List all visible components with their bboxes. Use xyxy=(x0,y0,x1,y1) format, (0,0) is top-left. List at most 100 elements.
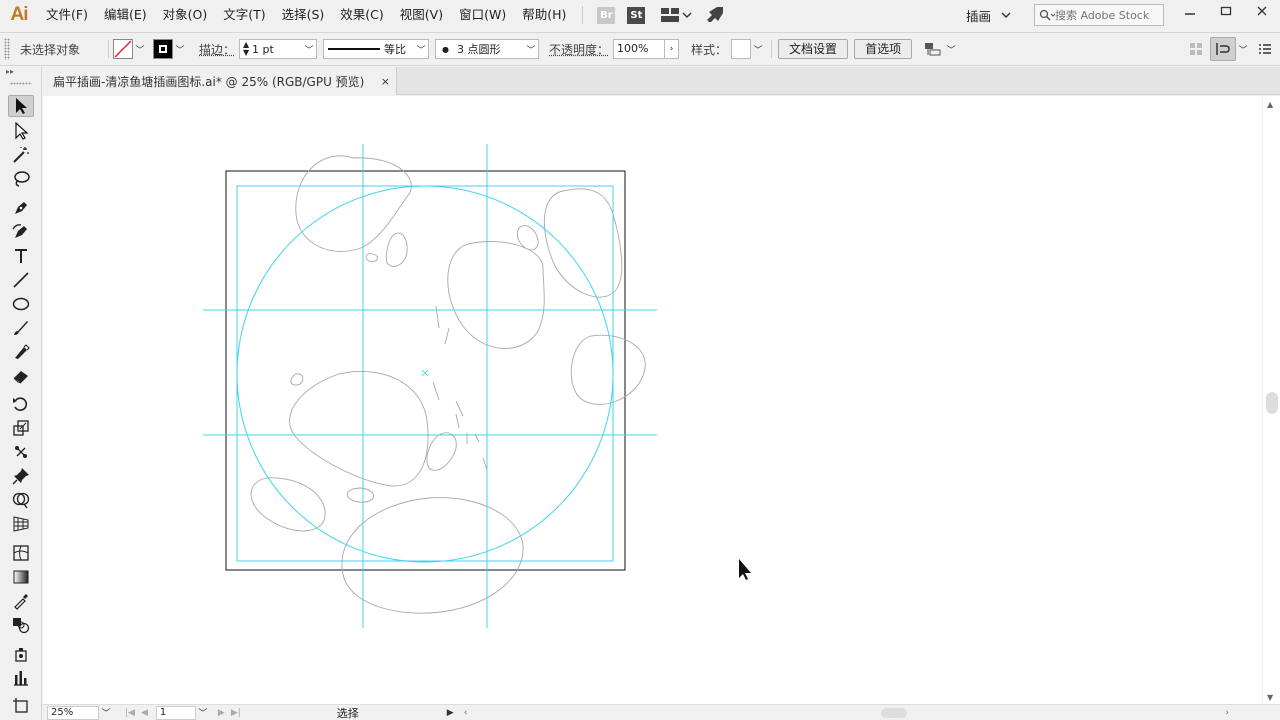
menu-effect[interactable]: 效果(C) xyxy=(332,0,391,30)
workspace-label: 插画 xyxy=(966,8,992,24)
lasso-tool-icon[interactable] xyxy=(8,168,34,190)
chevron-down-icon[interactable]: ﹀ xyxy=(414,43,428,56)
eyedropper-tool-icon[interactable] xyxy=(8,590,34,612)
ellipse-tool-icon[interactable] xyxy=(8,293,34,315)
panel-grip[interactable] xyxy=(4,38,10,60)
first-artboard-icon[interactable]: |◀ xyxy=(125,708,135,718)
document-tab[interactable]: 扁平插画-清凉鱼塘插画图标.ai* @ 25% (RGB/GPU 预览) × xyxy=(43,67,397,95)
opacity-field[interactable]: 100% xyxy=(613,39,666,59)
magic-wand-tool-icon[interactable] xyxy=(8,144,34,166)
chevron-down-icon xyxy=(682,12,692,18)
bridge-button[interactable]: Br xyxy=(597,6,616,24)
stroke-weight-stepper[interactable]: ▲ ▼ 1 pt ﹀ xyxy=(239,39,318,59)
line-tool-icon[interactable] xyxy=(8,269,34,291)
align-options-icon[interactable]: ﹀ xyxy=(924,41,958,57)
collapse-panel-icon[interactable]: ▸▸ xyxy=(0,67,41,81)
panel-grip[interactable] xyxy=(10,82,32,85)
blend-tool-icon[interactable] xyxy=(8,614,34,636)
selection-status: 未选择对象 xyxy=(20,42,81,57)
column-graph-tool-icon[interactable] xyxy=(8,667,34,689)
chevron-down-icon[interactable]: ﹀ xyxy=(1236,43,1250,56)
menu-help[interactable]: 帮助(H) xyxy=(514,0,574,30)
selection-tool-icon[interactable] xyxy=(8,95,34,117)
scroll-right-icon[interactable]: › xyxy=(1225,708,1229,718)
status-menu-icon[interactable]: ▶ xyxy=(447,708,454,718)
minimize-button[interactable] xyxy=(1172,0,1208,22)
menu-window[interactable]: 窗口(W) xyxy=(451,0,514,30)
perspective-grid-tool-icon[interactable] xyxy=(8,513,34,535)
variable-width-profile[interactable]: 等比 ﹀ xyxy=(323,39,430,59)
document-tab-bar: 扁平插画-清凉鱼塘插画图标.ai* @ 25% (RGB/GPU 预览) × xyxy=(43,67,1280,95)
brush-definition[interactable]: ● 3 点圆形 ﹀ xyxy=(435,39,540,59)
eraser-tool-icon[interactable] xyxy=(8,365,34,387)
control-separator xyxy=(771,40,773,58)
puppet-warp-tool-icon[interactable] xyxy=(8,441,34,463)
gradient-tool-icon[interactable] xyxy=(8,566,34,588)
artboard-number-field[interactable]: 1 xyxy=(155,705,196,720)
menu-view[interactable]: 视图(V) xyxy=(392,0,451,30)
horizontal-scroll-thumb[interactable] xyxy=(881,707,908,718)
artboard-dropdown-icon[interactable]: ﹀ xyxy=(196,706,210,719)
chevron-down-icon[interactable]: ﹀ xyxy=(524,43,538,56)
menu-object[interactable]: 对象(O) xyxy=(155,0,216,30)
shape-builder-tool-icon[interactable] xyxy=(8,489,34,511)
scroll-down-icon[interactable]: ▼ xyxy=(1267,693,1273,702)
style-dropdown-icon[interactable]: ﹀ xyxy=(751,43,765,56)
scroll-up-icon[interactable]: ▲ xyxy=(1267,100,1273,109)
zoom-field[interactable]: 25% xyxy=(47,705,99,720)
symbol-sprayer-tool-icon[interactable] xyxy=(8,643,34,665)
horizontal-scrollbar[interactable] xyxy=(473,706,1225,720)
preferences-button[interactable]: 首选项 xyxy=(854,39,913,59)
restore-button[interactable] xyxy=(1208,0,1244,22)
document-setup-button[interactable]: 文档设置 xyxy=(778,39,849,59)
scale-tool-icon[interactable] xyxy=(8,417,34,439)
menu-type[interactable]: 文字(T) xyxy=(215,0,273,30)
panel-menu-icon[interactable] xyxy=(1250,43,1280,55)
gpu-performance-icon[interactable] xyxy=(706,6,724,25)
vertical-scroll-thumb[interactable] xyxy=(1266,392,1278,414)
search-icon xyxy=(1039,9,1055,21)
menu-file[interactable]: 文件(F) xyxy=(38,0,96,30)
close-icon[interactable]: × xyxy=(381,75,390,88)
rotate-tool-icon[interactable] xyxy=(8,393,34,415)
isolate-icon[interactable] xyxy=(1186,39,1206,59)
opacity-arrow-icon[interactable]: › xyxy=(665,39,680,59)
vertical-scrollbar[interactable]: ▲ ▼ xyxy=(1262,96,1280,704)
zoom-dropdown-icon[interactable]: ﹀ xyxy=(99,706,113,719)
shaper-tool-icon[interactable] xyxy=(8,341,34,363)
scroll-left-icon[interactable]: ‹ xyxy=(464,708,468,718)
stock-search[interactable] xyxy=(1034,4,1164,26)
paintbrush-tool-icon[interactable] xyxy=(8,317,34,339)
last-artboard-icon[interactable]: ▶| xyxy=(231,708,241,718)
stroke-label[interactable]: 描边： xyxy=(195,41,239,58)
stroke-weight-value[interactable]: 1 pt xyxy=(252,43,302,56)
pin-tool-icon[interactable] xyxy=(8,465,34,487)
curvature-tool-icon[interactable] xyxy=(8,221,34,243)
stepper-arrows-icon[interactable]: ▲ ▼ xyxy=(240,41,252,57)
stroke-dropdown-icon[interactable]: ﹀ xyxy=(173,43,187,56)
canvas[interactable] xyxy=(43,96,1262,704)
opacity-label[interactable]: 不透明度： xyxy=(545,41,613,58)
control-bar: 未选择对象 ﹀ ﹀ 描边： ▲ ▼ 1 pt ﹀ 等比 ﹀ ● 3 点圆形 ﹀ 不… xyxy=(0,32,1280,66)
chevron-down-icon[interactable]: ﹀ xyxy=(302,43,316,56)
graphic-style-swatch[interactable] xyxy=(731,39,752,59)
type-tool-icon[interactable] xyxy=(8,245,34,267)
pen-tool-icon[interactable] xyxy=(8,197,34,219)
transform-each-icon[interactable] xyxy=(1210,37,1236,61)
artboard-tool-icon[interactable] xyxy=(8,695,34,717)
fill-dropdown-icon[interactable]: ﹀ xyxy=(133,43,147,56)
previous-artboard-icon[interactable]: ◀ xyxy=(141,708,148,718)
stroke-swatch[interactable] xyxy=(153,39,173,59)
search-input[interactable] xyxy=(1055,8,1155,22)
workspace-switcher[interactable]: 插画 xyxy=(966,4,1011,26)
mesh-tool-icon[interactable] xyxy=(8,542,34,564)
fill-swatch[interactable] xyxy=(113,39,133,59)
menu-select[interactable]: 选择(S) xyxy=(274,0,333,30)
arrange-documents-icon[interactable] xyxy=(661,8,692,22)
control-separator xyxy=(108,40,109,58)
next-artboard-icon[interactable]: ▶ xyxy=(218,708,225,718)
direct-selection-tool-icon[interactable] xyxy=(8,120,34,142)
close-window-button[interactable] xyxy=(1244,0,1280,22)
stock-button[interactable]: St xyxy=(627,6,646,24)
menu-edit[interactable]: 编辑(E) xyxy=(96,0,155,30)
